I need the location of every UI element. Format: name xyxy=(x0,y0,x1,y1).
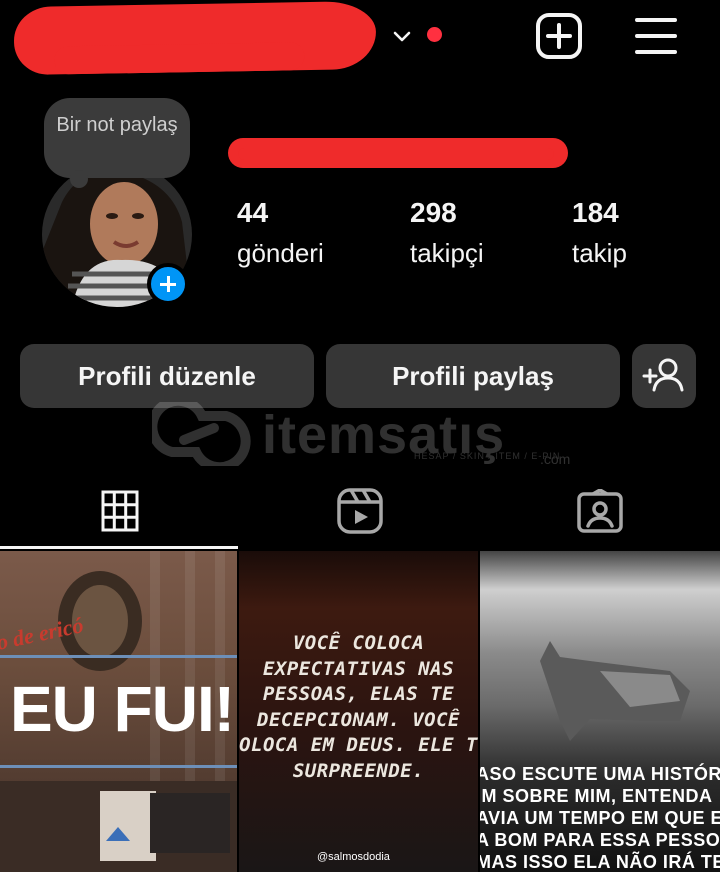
following-label: takip xyxy=(572,238,627,268)
notification-dot xyxy=(427,27,442,42)
post-2-handle: @salmosdodia xyxy=(317,851,390,863)
watermark-subtext: HESAP / SKIN / ITEM / E-PIN xyxy=(414,451,561,461)
add-story-button[interactable] xyxy=(147,263,189,305)
post-3-quote-line: AVIA UM TEMPO EM QUE E xyxy=(480,808,720,828)
posts-label: gönderi xyxy=(237,238,324,268)
full-name-redaction xyxy=(228,138,568,168)
watermark-domain: .com xyxy=(540,451,571,467)
post-3-quote-line: A BOM PARA ESSA PESSOA xyxy=(480,830,720,850)
post-thumbnail-2[interactable]: VOCÊ COLOCA EXPECTATIVAS NAS PESSOAS, EL… xyxy=(239,551,478,872)
post-3-quote-line: ASO ESCUTE UMA HISTÓRI xyxy=(480,764,720,784)
tab-tagged[interactable] xyxy=(480,474,720,548)
post-3-quote-line: MAS ISSO ELA NÃO IRÁ TE xyxy=(480,852,720,872)
post-2-quote-line: DECEPCIONAM. VOCÊ xyxy=(257,708,460,731)
chevron-down-icon[interactable] xyxy=(390,24,414,48)
post-thumbnail-3[interactable]: ASO ESCUTE UMA HISTÓRI IM SOBRE MIM, ENT… xyxy=(480,551,720,872)
username-redaction[interactable] xyxy=(13,0,377,76)
watermark: itemsatış HESAP / SKIN / ITEM / E-PIN .c… xyxy=(147,395,572,473)
post-2-quote-line: PESSOAS, ELAS TE xyxy=(262,683,455,705)
tab-posts-grid[interactable] xyxy=(0,474,240,548)
hamburger-menu-icon[interactable] xyxy=(632,12,680,60)
discover-people-button[interactable] xyxy=(632,344,696,408)
tagged-icon xyxy=(577,489,623,533)
share-profile-button[interactable]: Profili paylaş xyxy=(326,344,620,408)
note-bubble[interactable]: Bir not paylaş xyxy=(44,98,190,188)
post-thumbnail-1[interactable]: o de ericó EU FUI! xyxy=(0,551,237,872)
edit-profile-button[interactable]: Profili düzenle xyxy=(20,344,314,408)
tab-reels[interactable] xyxy=(240,474,480,548)
watermark-logo-icon xyxy=(147,395,251,473)
post-2-quote-line: OLOCA EM DEUS. ELE T xyxy=(239,734,478,756)
stat-following[interactable]: 184 takip xyxy=(572,196,627,270)
posts-count: 44 xyxy=(237,197,269,228)
post-1-line xyxy=(0,765,237,768)
post-3-quote-line: IM SOBRE MIM, ENTENDA xyxy=(480,786,713,806)
stat-followers[interactable]: 298 takipçi xyxy=(410,196,484,270)
followers-count: 298 xyxy=(410,197,457,228)
reels-icon xyxy=(337,488,383,534)
post-1-line xyxy=(0,655,237,658)
post-2-quote-line: SURPREENDE. xyxy=(292,759,425,782)
post-2-quote-line: VOCÊ COLOCA xyxy=(292,632,425,654)
post-1-main-text: EU FUI! xyxy=(9,673,235,745)
plus-square-icon[interactable] xyxy=(535,12,583,60)
following-count: 184 xyxy=(572,197,619,228)
stat-posts[interactable]: 44 gönderi xyxy=(237,196,324,270)
top-bar xyxy=(0,0,720,80)
followers-label: takipçi xyxy=(410,238,484,268)
post-3-quote: ASO ESCUTE UMA HISTÓRI IM SOBRE MIM, ENT… xyxy=(480,763,720,872)
grid-icon xyxy=(101,490,139,532)
post-1-bottom-scene xyxy=(0,781,237,872)
active-tab-indicator xyxy=(0,546,238,549)
post-2-quote: VOCÊ COLOCA EXPECTATIVAS NAS PESSOAS, EL… xyxy=(239,631,478,784)
post-3-wolf-image xyxy=(540,641,690,741)
post-2-quote-line: EXPECTATIVAS NAS xyxy=(262,657,455,680)
add-person-icon xyxy=(642,358,684,392)
